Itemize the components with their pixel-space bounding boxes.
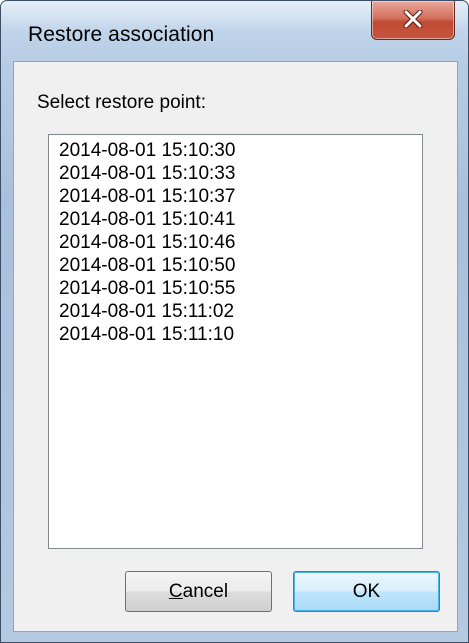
restore-point-item[interactable]: 2014-08-01 15:10:37 bbox=[59, 185, 422, 208]
restore-point-item[interactable]: 2014-08-01 15:10:46 bbox=[59, 231, 422, 254]
restore-point-item[interactable]: 2014-08-01 15:10:41 bbox=[59, 208, 422, 231]
cancel-label: ancel bbox=[182, 581, 229, 602]
dialog-window: Restore association Select restore point… bbox=[0, 0, 469, 643]
select-restore-point-label: Select restore point: bbox=[37, 92, 206, 113]
restore-point-item[interactable]: 2014-08-01 15:11:02 bbox=[59, 300, 422, 323]
restore-points-listbox[interactable]: 2014-08-01 15:10:30 2014-08-01 15:10:33 20… bbox=[48, 134, 423, 549]
cancel-mnemonic: C bbox=[168, 581, 183, 602]
restore-point-item[interactable]: 2014-08-01 15:10:33 bbox=[59, 162, 422, 185]
close-button[interactable] bbox=[371, 1, 455, 40]
restore-point-item[interactable]: 2014-08-01 15:10:30 bbox=[59, 139, 422, 162]
restore-point-item[interactable]: 2014-08-01 15:10:50 bbox=[59, 254, 422, 277]
window-title: Restore association bbox=[28, 23, 215, 46]
restore-point-item[interactable]: 2014-08-01 15:10:55 bbox=[59, 277, 422, 300]
ok-button[interactable]: OK bbox=[293, 571, 440, 612]
cancel-button[interactable]: Cancel bbox=[125, 571, 272, 612]
close-x-icon bbox=[403, 10, 423, 28]
restore-point-item[interactable]: 2014-08-01 15:11:10 bbox=[59, 323, 422, 346]
restore-points-list: 2014-08-01 15:10:30 2014-08-01 15:10:33 20… bbox=[49, 135, 422, 346]
